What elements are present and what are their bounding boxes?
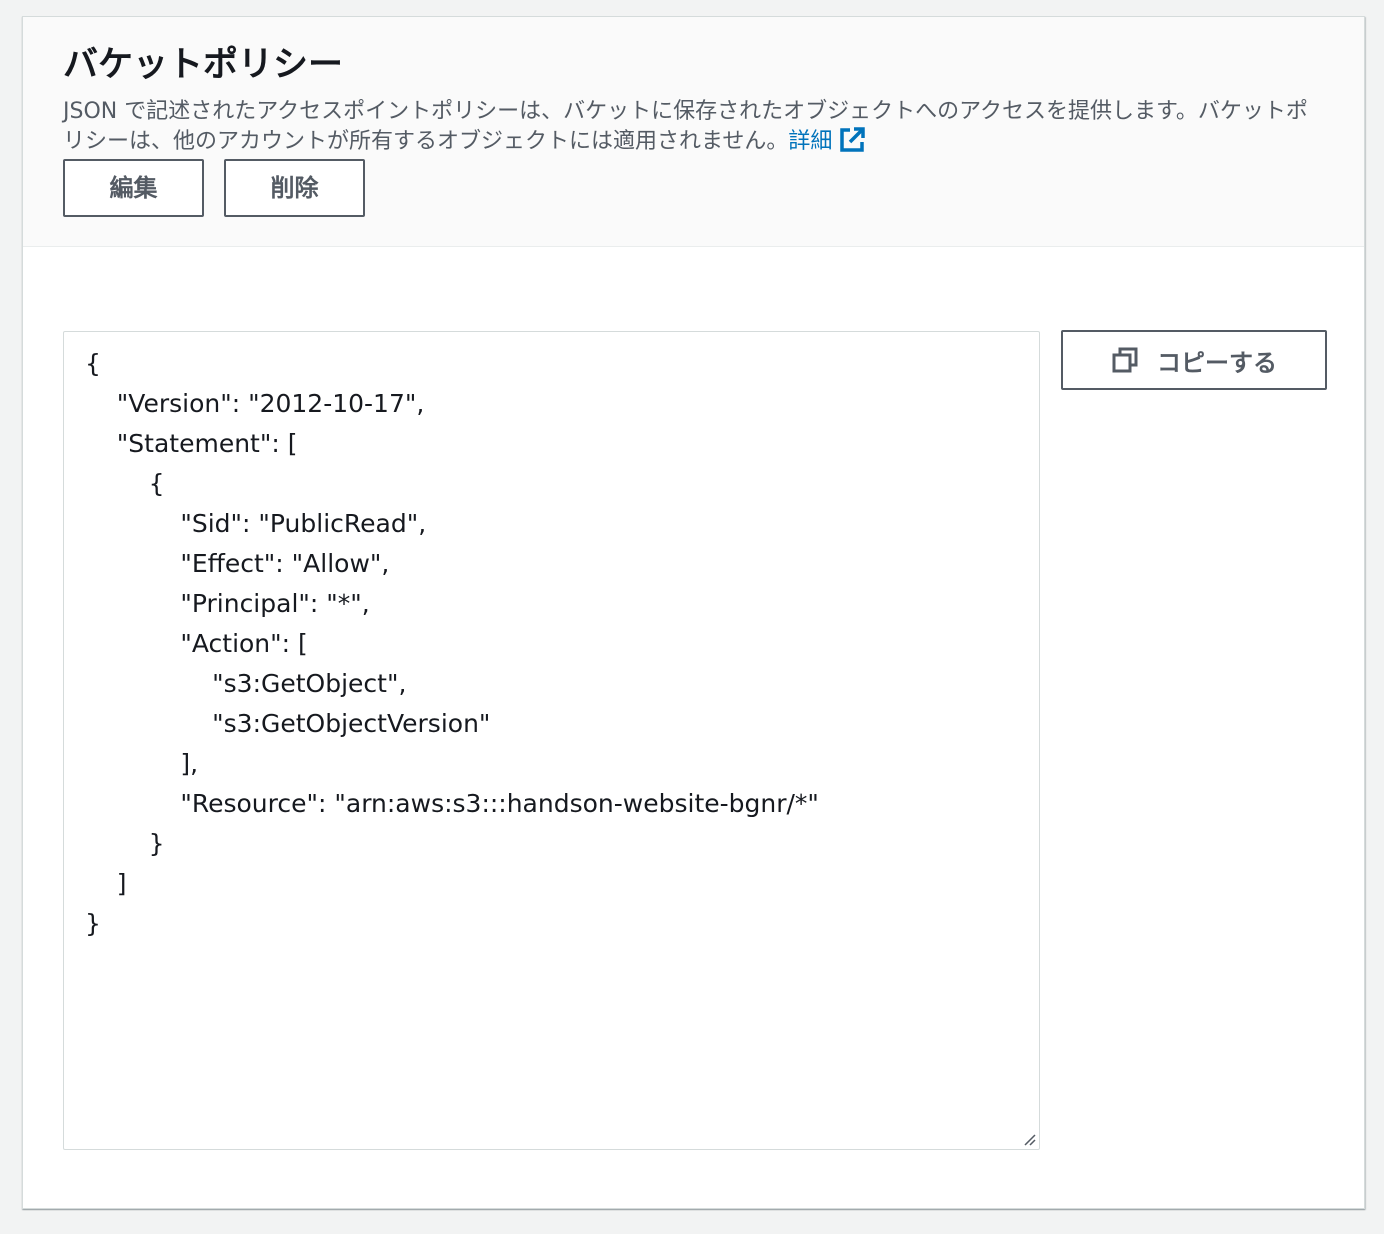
- copy-icon: [1112, 347, 1138, 373]
- resize-handle-icon[interactable]: [1022, 1132, 1036, 1146]
- learn-more-link[interactable]: 詳細: [788, 127, 866, 154]
- panel-description: JSON で記述されたアクセスポイントポリシーは、バケットに保存されたオブジェク…: [63, 97, 1325, 156]
- copy-button-label: コピーする: [1157, 348, 1277, 377]
- edit-button[interactable]: 編集: [63, 159, 204, 217]
- learn-more-label: 詳細: [788, 129, 833, 154]
- panel-title: バケットポリシー: [63, 45, 344, 85]
- delete-button[interactable]: 削除: [224, 159, 365, 217]
- policy-text-area[interactable]: { "Version": "2012-10-17", "Statement": …: [63, 331, 1040, 1150]
- policy-json: { "Version": "2012-10-17", "Statement": …: [85, 349, 819, 938]
- external-link-icon: [840, 127, 866, 152]
- panel-header: バケットポリシー JSON で記述されたアクセスポイントポリシーは、バケットに保…: [23, 17, 1364, 247]
- description-text: JSON で記述されたアクセスポイントポリシーは、バケットに保存されたオブジェク…: [63, 99, 1308, 154]
- bucket-policy-panel: バケットポリシー JSON で記述されたアクセスポイントポリシーは、バケットに保…: [22, 16, 1365, 1209]
- copy-button[interactable]: コピーする: [1061, 330, 1327, 390]
